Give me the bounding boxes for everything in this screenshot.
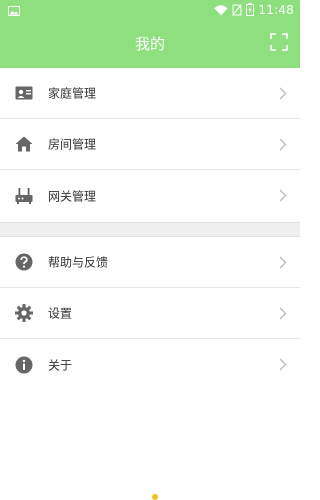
app-bar: 我的 bbox=[0, 20, 300, 68]
chevron-right-icon bbox=[278, 358, 288, 372]
battery-charging-icon bbox=[246, 1, 255, 20]
family-card-icon bbox=[14, 83, 34, 103]
menu-group-general: 帮助与反馈 设置 关于 bbox=[0, 237, 300, 390]
menu-item-label: 设置 bbox=[48, 306, 73, 321]
page-title: 我的 bbox=[134, 35, 165, 53]
menu-item-label: 帮助与反馈 bbox=[48, 255, 109, 270]
scan-button[interactable] bbox=[268, 33, 290, 55]
chevron-right-icon bbox=[278, 137, 288, 151]
status-bar: 11:48 bbox=[0, 0, 300, 20]
bottom-indicator-dot bbox=[152, 494, 158, 500]
menu-item-label: 房间管理 bbox=[48, 137, 97, 152]
info-icon bbox=[14, 355, 34, 375]
status-time: 11:48 bbox=[258, 3, 294, 17]
image-icon bbox=[8, 1, 20, 20]
chevron-right-icon bbox=[278, 189, 288, 203]
menu-item-label: 家庭管理 bbox=[48, 86, 97, 101]
chevron-right-icon bbox=[278, 255, 288, 269]
scan-icon bbox=[270, 33, 288, 55]
chevron-right-icon bbox=[278, 306, 288, 320]
home-icon bbox=[14, 134, 34, 154]
menu-group-management: 家庭管理 房间管理 网关管理 bbox=[0, 68, 300, 221]
no-sim-icon bbox=[232, 1, 243, 20]
wifi-icon bbox=[214, 1, 229, 20]
menu-item-gateway-management[interactable]: 网关管理 bbox=[0, 170, 300, 221]
menu-item-about[interactable]: 关于 bbox=[0, 339, 300, 390]
router-icon bbox=[14, 186, 34, 206]
gear-icon bbox=[14, 303, 34, 323]
menu-item-family-management[interactable]: 家庭管理 bbox=[0, 68, 300, 119]
menu-item-label: 网关管理 bbox=[48, 189, 97, 203]
menu-item-help-feedback[interactable]: 帮助与反馈 bbox=[0, 237, 300, 288]
help-icon bbox=[14, 252, 34, 272]
menu-item-room-management[interactable]: 房间管理 bbox=[0, 119, 300, 170]
section-divider bbox=[0, 222, 300, 237]
menu-item-label: 关于 bbox=[48, 358, 73, 372]
menu-item-settings[interactable]: 设置 bbox=[0, 288, 300, 339]
chevron-right-icon bbox=[278, 86, 288, 100]
